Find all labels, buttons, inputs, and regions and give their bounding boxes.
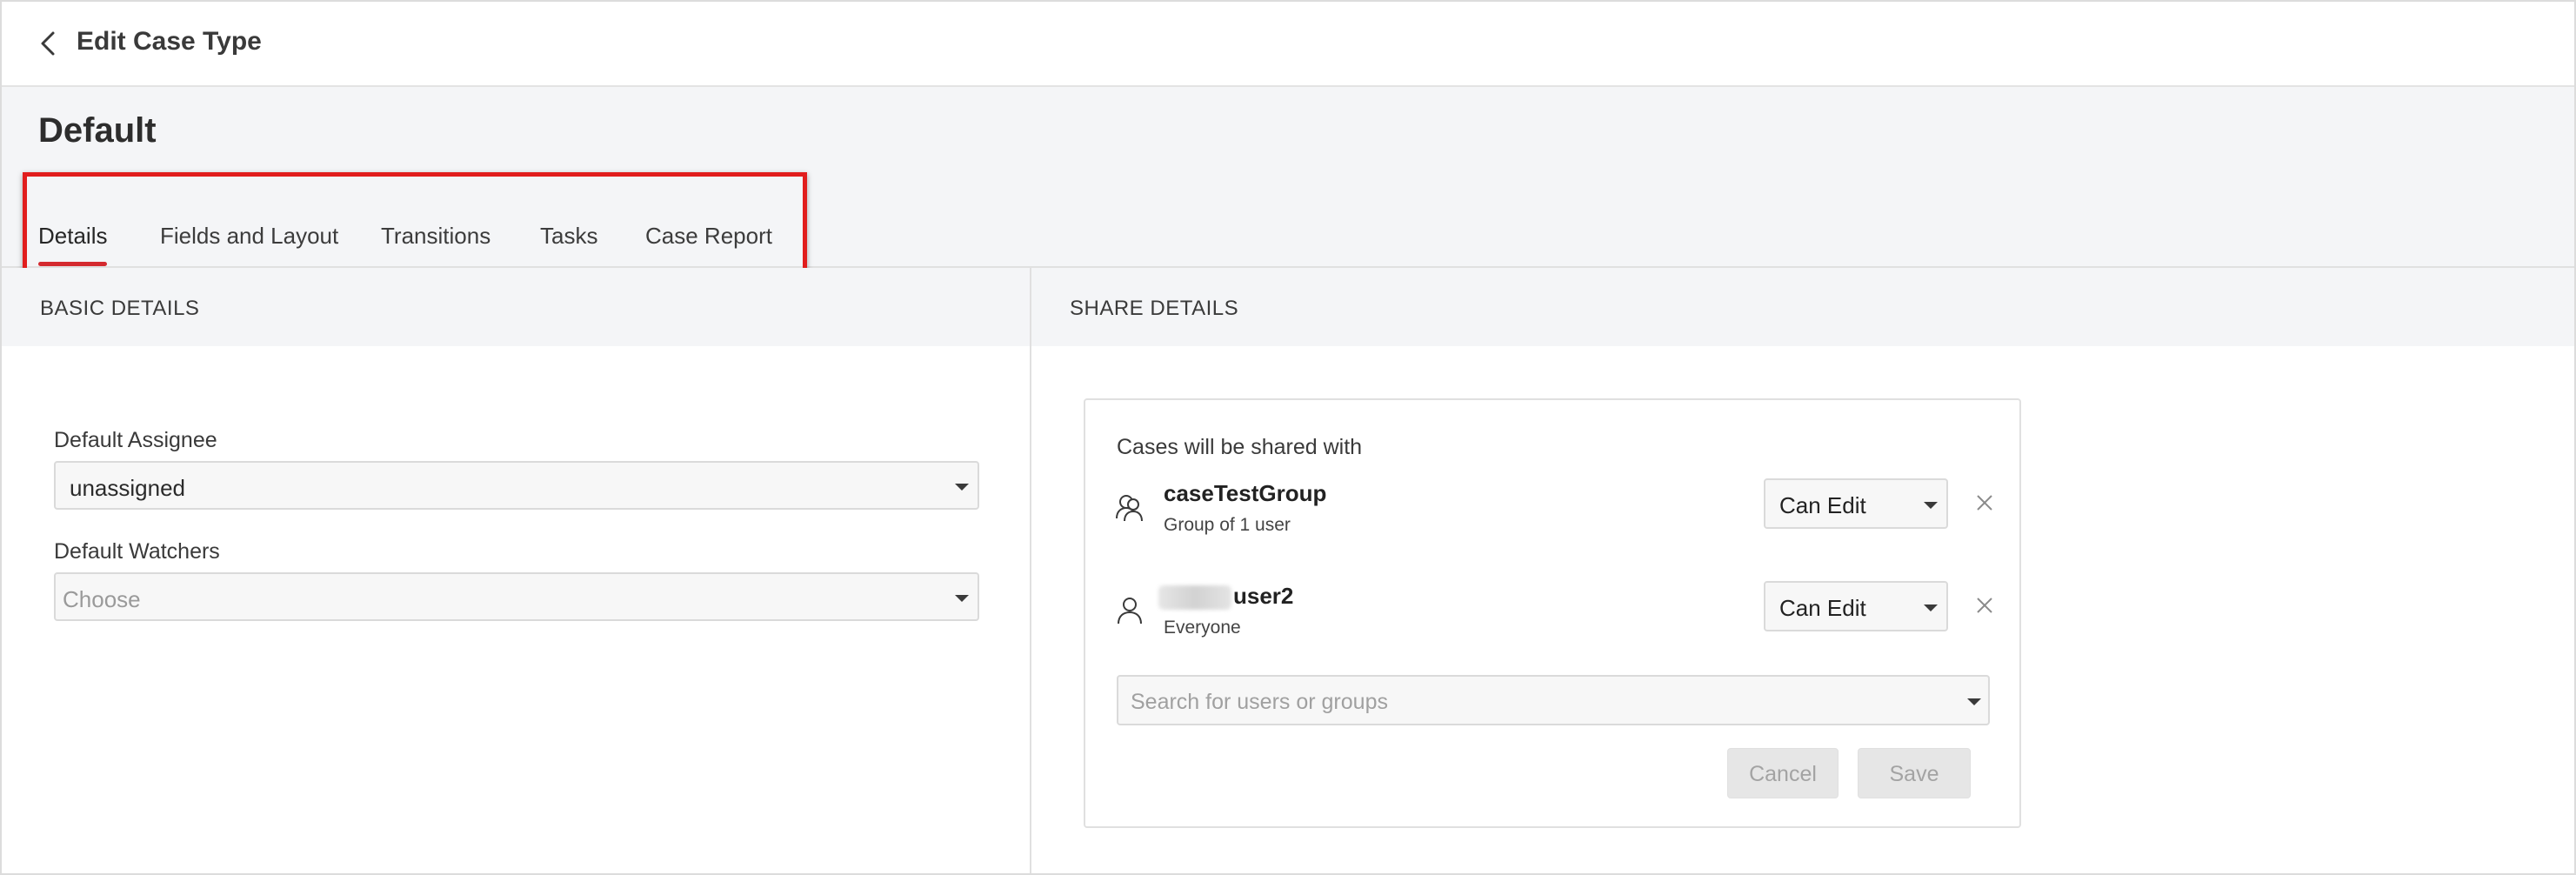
group-icon <box>1116 495 1143 522</box>
title-band: Default Details Fields and Layout Transi… <box>2 87 2574 268</box>
tab-details[interactable]: Details <box>38 223 108 270</box>
caret-down-icon <box>1967 698 1981 705</box>
close-icon[interactable] <box>1972 593 1997 618</box>
share-entry-subtitle: Everyone <box>1164 618 1241 638</box>
basic-details-heading: BASIC DETAILS <box>40 297 200 320</box>
default-watchers-placeholder: Choose <box>63 586 141 612</box>
default-assignee-value: unassigned <box>70 475 185 501</box>
case-type-title: Default <box>38 111 157 150</box>
default-watchers-select[interactable]: Choose <box>54 572 979 621</box>
close-icon[interactable] <box>1972 491 1997 515</box>
save-button[interactable]: Save <box>1858 748 1971 798</box>
share-entry: user2 Everyone Can Edit <box>1085 576 2019 654</box>
share-entry-name-row: user2 <box>1158 583 1294 611</box>
permission-select[interactable]: Can Edit <box>1764 478 1948 529</box>
caret-down-icon <box>1924 604 1938 611</box>
share-card: Cases will be shared with caseTestGroup … <box>1084 398 2021 828</box>
back-button[interactable] <box>35 28 61 59</box>
top-bar: Edit Case Type <box>2 2 2574 87</box>
share-search-placeholder: Search for users or groups <box>1131 690 1388 714</box>
share-details-header: SHARE DETAILS <box>1031 268 2574 346</box>
permission-value: Can Edit <box>1779 595 1866 621</box>
redacted-name-blur <box>1158 585 1231 611</box>
share-entry-subtitle: Group of 1 user <box>1164 515 1291 535</box>
caret-down-icon <box>955 595 969 602</box>
page-header-title: Edit Case Type <box>77 27 262 56</box>
edit-case-type-page: Edit Case Type Default Details Fields an… <box>0 0 2576 875</box>
tab-fields-and-layout[interactable]: Fields and Layout <box>160 223 338 270</box>
permission-select[interactable]: Can Edit <box>1764 581 1948 631</box>
default-assignee-label: Default Assignee <box>54 428 217 452</box>
share-search-input[interactable]: Search for users or groups <box>1117 675 1990 725</box>
panel-divider <box>1030 268 1031 873</box>
tab-transitions[interactable]: Transitions <box>381 223 491 270</box>
user-icon <box>1118 598 1142 625</box>
default-assignee-select[interactable]: unassigned <box>54 461 979 510</box>
default-watchers-label: Default Watchers <box>54 539 220 564</box>
basic-details-header: BASIC DETAILS <box>2 268 1030 346</box>
share-entry: caseTestGroup Group of 1 user Can Edit <box>1085 473 2019 551</box>
caret-down-icon <box>1924 502 1938 509</box>
share-details-heading: SHARE DETAILS <box>1070 297 1239 320</box>
tab-case-report[interactable]: Case Report <box>645 223 772 270</box>
tab-tasks[interactable]: Tasks <box>540 223 597 270</box>
permission-value: Can Edit <box>1779 492 1866 518</box>
chevron-left-icon <box>41 31 55 56</box>
share-entry-name: caseTestGroup <box>1164 480 1327 506</box>
cancel-button[interactable]: Cancel <box>1727 748 1839 798</box>
share-entry-name: user2 <box>1233 583 1294 609</box>
caret-down-icon <box>955 484 969 491</box>
share-card-heading: Cases will be shared with <box>1117 435 1363 459</box>
